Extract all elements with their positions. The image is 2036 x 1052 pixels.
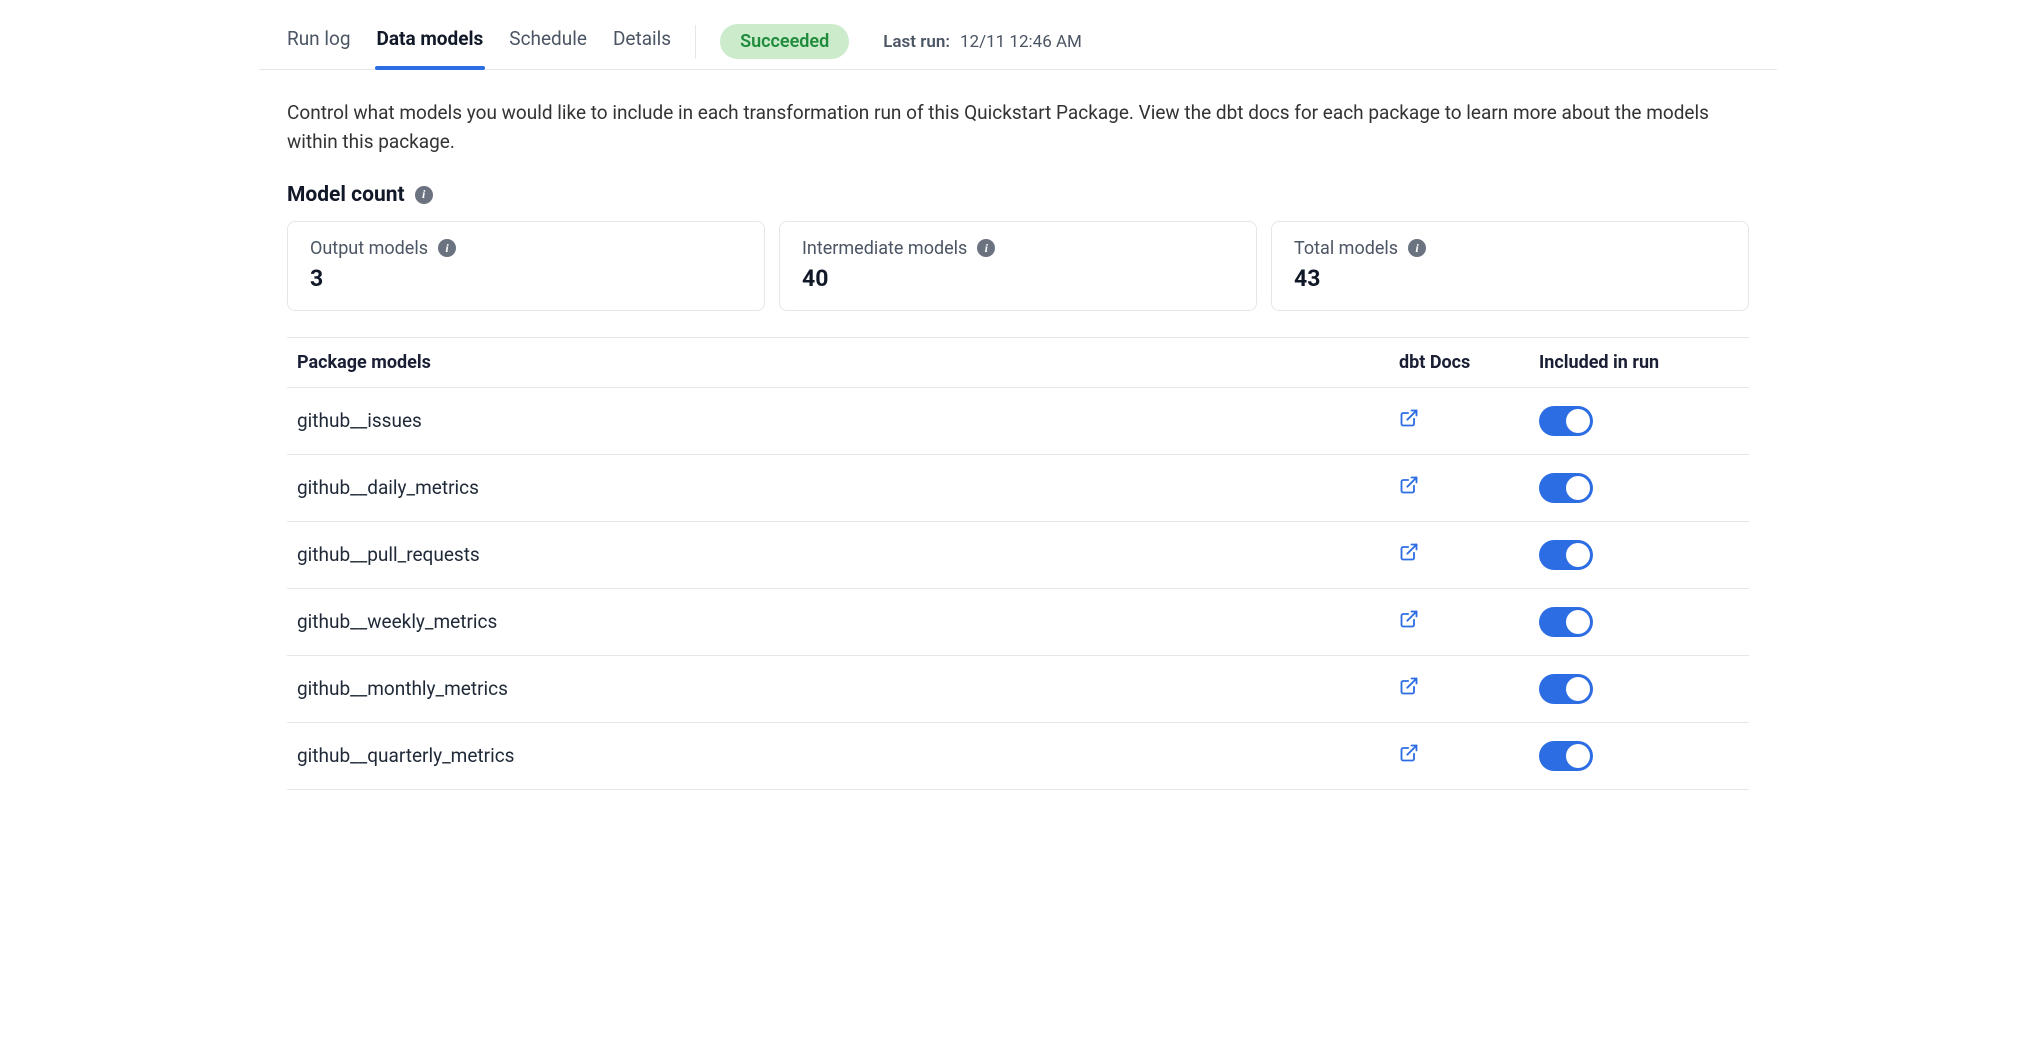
tab-schedule[interactable]: Schedule xyxy=(509,14,587,69)
last-run: Last run: 12/11 12:46 AM xyxy=(883,32,1082,52)
card-value: 40 xyxy=(802,265,1234,292)
model-name: github__quarterly_metrics xyxy=(297,744,1399,767)
include-toggle[interactable] xyxy=(1539,741,1593,771)
description: Control what models you would like to in… xyxy=(287,98,1747,157)
card-label: Total models xyxy=(1294,238,1398,259)
info-icon[interactable]: i xyxy=(415,186,433,204)
external-link-icon[interactable] xyxy=(1399,475,1419,495)
th-included-in-run: Included in run xyxy=(1539,352,1739,373)
external-link-icon[interactable] xyxy=(1399,609,1419,629)
model-name: github__daily_metrics xyxy=(297,476,1399,499)
card-total-models: Total models i 43 xyxy=(1271,221,1749,311)
model-name: github__pull_requests xyxy=(297,543,1399,566)
last-run-label: Last run: xyxy=(883,32,950,52)
status-badge: Succeeded xyxy=(720,24,849,59)
divider xyxy=(695,25,696,59)
table-row: github__monthly_metrics xyxy=(287,656,1749,723)
table-row: github__pull_requests xyxy=(287,522,1749,589)
card-intermediate-models: Intermediate models i 40 xyxy=(779,221,1257,311)
model-name: github__monthly_metrics xyxy=(297,677,1399,700)
include-toggle[interactable] xyxy=(1539,540,1593,570)
th-package-models: Package models xyxy=(297,352,1399,373)
card-label: Intermediate models xyxy=(802,238,967,259)
include-toggle[interactable] xyxy=(1539,674,1593,704)
model-name: github__weekly_metrics xyxy=(297,610,1399,633)
table-row: github__quarterly_metrics xyxy=(287,723,1749,790)
model-count-title: Model count i xyxy=(287,183,1749,207)
tab-data-models[interactable]: Data models xyxy=(377,14,484,69)
info-icon[interactable]: i xyxy=(1408,239,1426,257)
info-icon[interactable]: i xyxy=(977,239,995,257)
info-icon[interactable]: i xyxy=(438,239,456,257)
tab-details[interactable]: Details xyxy=(613,14,671,69)
table-row: github__weekly_metrics xyxy=(287,589,1749,656)
tab-run-log[interactable]: Run log xyxy=(287,14,351,69)
include-toggle[interactable] xyxy=(1539,473,1593,503)
card-value: 3 xyxy=(310,265,742,292)
external-link-icon[interactable] xyxy=(1399,743,1419,763)
model-name: github__issues xyxy=(297,409,1399,432)
last-run-value: 12/11 12:46 AM xyxy=(960,32,1082,52)
include-toggle[interactable] xyxy=(1539,406,1593,436)
tabs: Run log Data models Schedule Details xyxy=(287,14,671,69)
model-count-cards: Output models i 3 Intermediate models i … xyxy=(287,221,1749,311)
model-count-label: Model count xyxy=(287,183,405,207)
table-row: github__daily_metrics xyxy=(287,455,1749,522)
card-value: 43 xyxy=(1294,265,1726,292)
include-toggle[interactable] xyxy=(1539,607,1593,637)
external-link-icon[interactable] xyxy=(1399,408,1419,428)
models-table: Package models dbt Docs Included in run … xyxy=(287,337,1749,790)
card-output-models: Output models i 3 xyxy=(287,221,765,311)
table-row: github__issues xyxy=(287,388,1749,455)
header-bar: Run log Data models Schedule Details Suc… xyxy=(259,0,1777,70)
external-link-icon[interactable] xyxy=(1399,542,1419,562)
th-dbt-docs: dbt Docs xyxy=(1399,352,1539,373)
external-link-icon[interactable] xyxy=(1399,676,1419,696)
table-header: Package models dbt Docs Included in run xyxy=(287,337,1749,388)
card-label: Output models xyxy=(310,238,428,259)
